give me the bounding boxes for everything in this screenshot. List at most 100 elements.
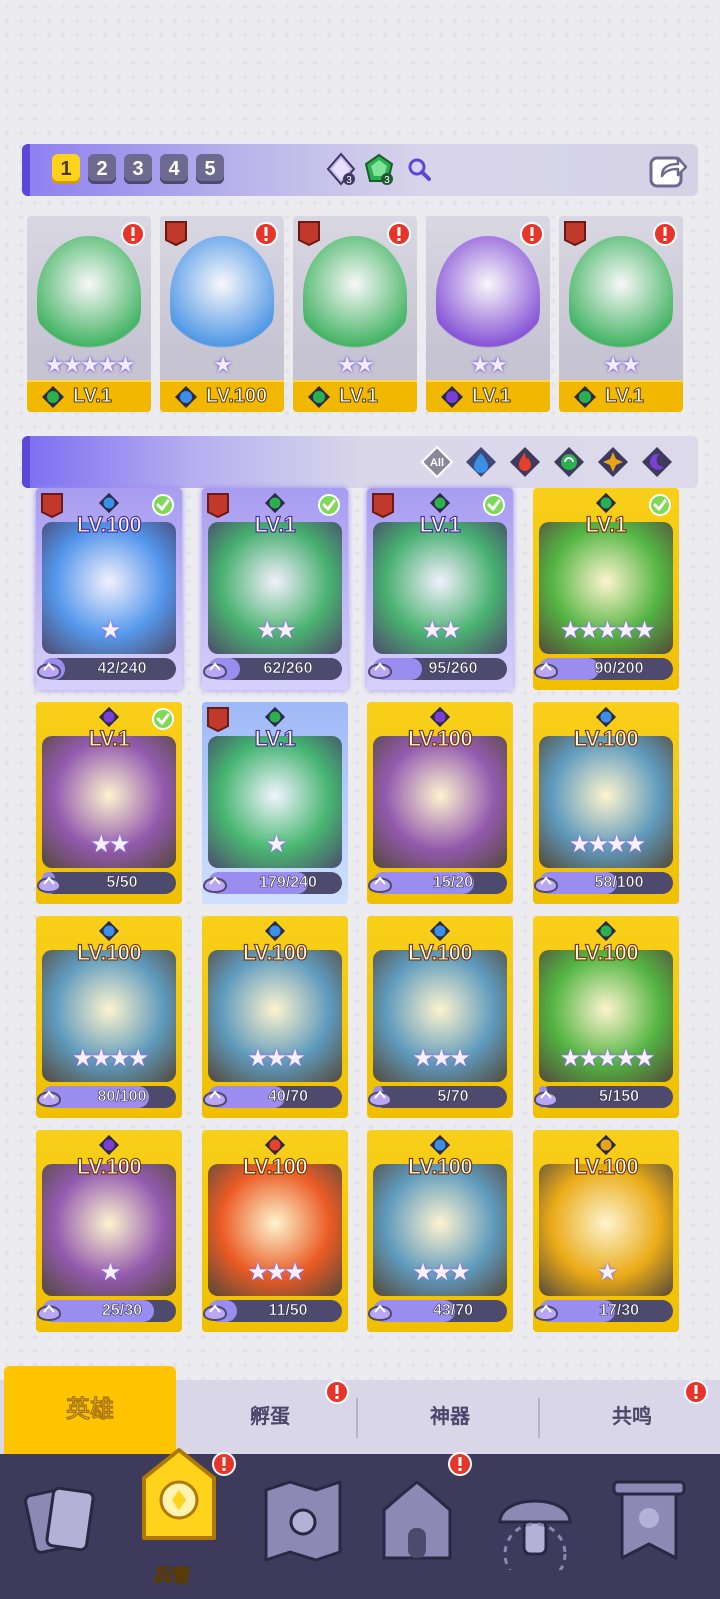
hero-card[interactable]: LV.100 ★ 17/30 bbox=[533, 1130, 679, 1332]
hero-card[interactable]: LV.100 ★ 25/30 bbox=[36, 1130, 182, 1332]
team-hero-card[interactable]: ★ LV.100 bbox=[160, 216, 284, 412]
hero-card[interactable]: LV.1 ★★ 62/260 bbox=[202, 488, 348, 690]
water-icon[interactable] bbox=[464, 445, 498, 479]
team-slot-3[interactable]: 3 bbox=[124, 154, 152, 184]
team-bar: 1 2 3 4 5 3 3 bbox=[22, 144, 698, 196]
alert-icon bbox=[448, 1452, 472, 1476]
shard-icon bbox=[36, 1304, 62, 1321]
gem2-count: 3 bbox=[384, 175, 390, 186]
hero-card[interactable]: LV.100 ★★★ 11/50 bbox=[202, 1130, 348, 1332]
water-element-icon bbox=[98, 492, 120, 514]
shard-count: 179/240 bbox=[259, 874, 317, 892]
shard-icon bbox=[36, 876, 62, 893]
shard-count: 40/70 bbox=[267, 1088, 309, 1106]
shard-icon bbox=[367, 1304, 393, 1321]
shard-count: 5/70 bbox=[437, 1088, 469, 1106]
hero-card[interactable]: LV.100 ★★★★ 58/100 bbox=[533, 702, 679, 904]
hero-level: LV.100 bbox=[407, 939, 473, 965]
hero-portrait bbox=[37, 236, 141, 356]
team-hero-card[interactable]: ★★ LV.1 bbox=[426, 216, 550, 412]
hero-level: LV.100 bbox=[407, 725, 473, 751]
hero-stars: ★★★ bbox=[247, 1045, 306, 1072]
gem1-count: 3 bbox=[346, 175, 352, 186]
all-filter-label: All bbox=[430, 457, 444, 469]
map-icon[interactable] bbox=[258, 1470, 348, 1570]
hero-level: LV.1 bbox=[254, 511, 297, 537]
mushroom-icon[interactable] bbox=[490, 1470, 580, 1570]
hero-portrait bbox=[303, 236, 407, 356]
shard-icon bbox=[36, 662, 62, 679]
shard-count: 62/260 bbox=[263, 660, 313, 678]
magnifier-icon[interactable] bbox=[406, 156, 432, 182]
shard-count: 5/50 bbox=[106, 874, 138, 892]
rank-badge-icon bbox=[297, 220, 321, 247]
hero-card[interactable]: LV.1 ★ 179/240 bbox=[202, 702, 348, 904]
crystal-gem-icon[interactable]: 3 bbox=[324, 152, 358, 186]
hero-portrait bbox=[569, 236, 673, 356]
hero-stars: ★ bbox=[596, 1259, 619, 1286]
cards-icon[interactable] bbox=[16, 1470, 106, 1570]
hero-card[interactable]: LV.1 ★★ 95/260 bbox=[367, 488, 513, 690]
hero-level: LV.1 bbox=[73, 385, 113, 408]
hero-stars: ★★★★★ bbox=[44, 352, 136, 377]
team-slot-1[interactable]: 1 bbox=[52, 154, 80, 184]
shard-count: 5/150 bbox=[598, 1088, 640, 1106]
team-hero-card[interactable]: ★★ LV.1 bbox=[559, 216, 683, 412]
alert-icon bbox=[520, 222, 544, 246]
light-icon[interactable] bbox=[596, 445, 630, 479]
nature-element-icon bbox=[595, 492, 617, 514]
shard-icon bbox=[367, 662, 393, 679]
hero-stars: ★★★★ bbox=[71, 1045, 149, 1072]
shard-icon bbox=[202, 662, 228, 679]
nature-element-icon bbox=[264, 706, 286, 728]
share-icon[interactable] bbox=[648, 150, 688, 190]
tab-artifacts[interactable]: 神器 bbox=[364, 1380, 536, 1454]
hero-portrait bbox=[373, 736, 507, 868]
shard-icon bbox=[202, 876, 228, 893]
alert-icon bbox=[121, 222, 145, 246]
water-element-icon bbox=[264, 920, 286, 942]
green-gem-icon[interactable]: 3 bbox=[362, 152, 396, 186]
dark-element-icon bbox=[98, 706, 120, 728]
alert-icon bbox=[212, 1452, 236, 1476]
hero-level: LV.1 bbox=[472, 385, 512, 408]
team-slot-5[interactable]: 5 bbox=[196, 154, 224, 184]
hero-card[interactable]: LV.100 ★ 42/240 bbox=[36, 488, 182, 690]
hero-card[interactable]: LV.100 15/20 bbox=[367, 702, 513, 904]
shard-icon bbox=[533, 662, 559, 679]
hero-stars: ★★ bbox=[421, 617, 461, 644]
hero-card[interactable]: LV.100 ★★★ 43/70 bbox=[367, 1130, 513, 1332]
hero-card[interactable]: LV.1 ★★ 5/50 bbox=[36, 702, 182, 904]
team-hero-card[interactable]: ★★★★★ LV.1 bbox=[27, 216, 151, 412]
hero-card[interactable]: LV.100 ★★★★★ 5/150 bbox=[533, 916, 679, 1118]
hero-card[interactable]: LV.100 ★★★ 40/70 bbox=[202, 916, 348, 1118]
nature-icon[interactable] bbox=[552, 445, 586, 479]
banner-icon[interactable] bbox=[604, 1470, 694, 1570]
shard-count: 95/260 bbox=[428, 660, 478, 678]
team-slot-2[interactable]: 2 bbox=[88, 154, 116, 184]
tab-separator bbox=[538, 1398, 540, 1438]
hero-stars: ★★★★★ bbox=[559, 1045, 656, 1072]
hero-level: LV.1 bbox=[585, 511, 628, 537]
water-element-icon bbox=[98, 920, 120, 942]
water-element-icon bbox=[595, 706, 617, 728]
fire-icon[interactable] bbox=[508, 445, 542, 479]
rank-badge-icon bbox=[563, 220, 587, 247]
team-hero-card[interactable]: ★★ LV.1 bbox=[293, 216, 417, 412]
light-element-icon bbox=[595, 1134, 617, 1156]
shard-count: 25/30 bbox=[101, 1302, 143, 1320]
hero-card[interactable]: LV.1 ★★★★★ 90/200 bbox=[533, 488, 679, 690]
shard-icon bbox=[533, 1304, 559, 1321]
castle-icon[interactable] bbox=[372, 1470, 462, 1570]
hero-level: LV.100 bbox=[242, 1153, 308, 1179]
dark-icon[interactable] bbox=[640, 445, 674, 479]
hero-card[interactable]: LV.100 ★★★ 5/70 bbox=[367, 916, 513, 1118]
tab-bar: 英雄 孵蛋 神器 共鸣 bbox=[0, 1366, 720, 1454]
nav-active-label: 兵营 bbox=[154, 1566, 191, 1587]
hero-stars: ★★ bbox=[90, 831, 130, 858]
all-icon[interactable]: All bbox=[420, 445, 454, 479]
hero-stars: ★ bbox=[265, 831, 288, 858]
hero-card[interactable]: LV.100 ★★★★ 80/100 bbox=[36, 916, 182, 1118]
dark-element-icon bbox=[98, 1134, 120, 1156]
team-slot-4[interactable]: 4 bbox=[160, 154, 188, 184]
